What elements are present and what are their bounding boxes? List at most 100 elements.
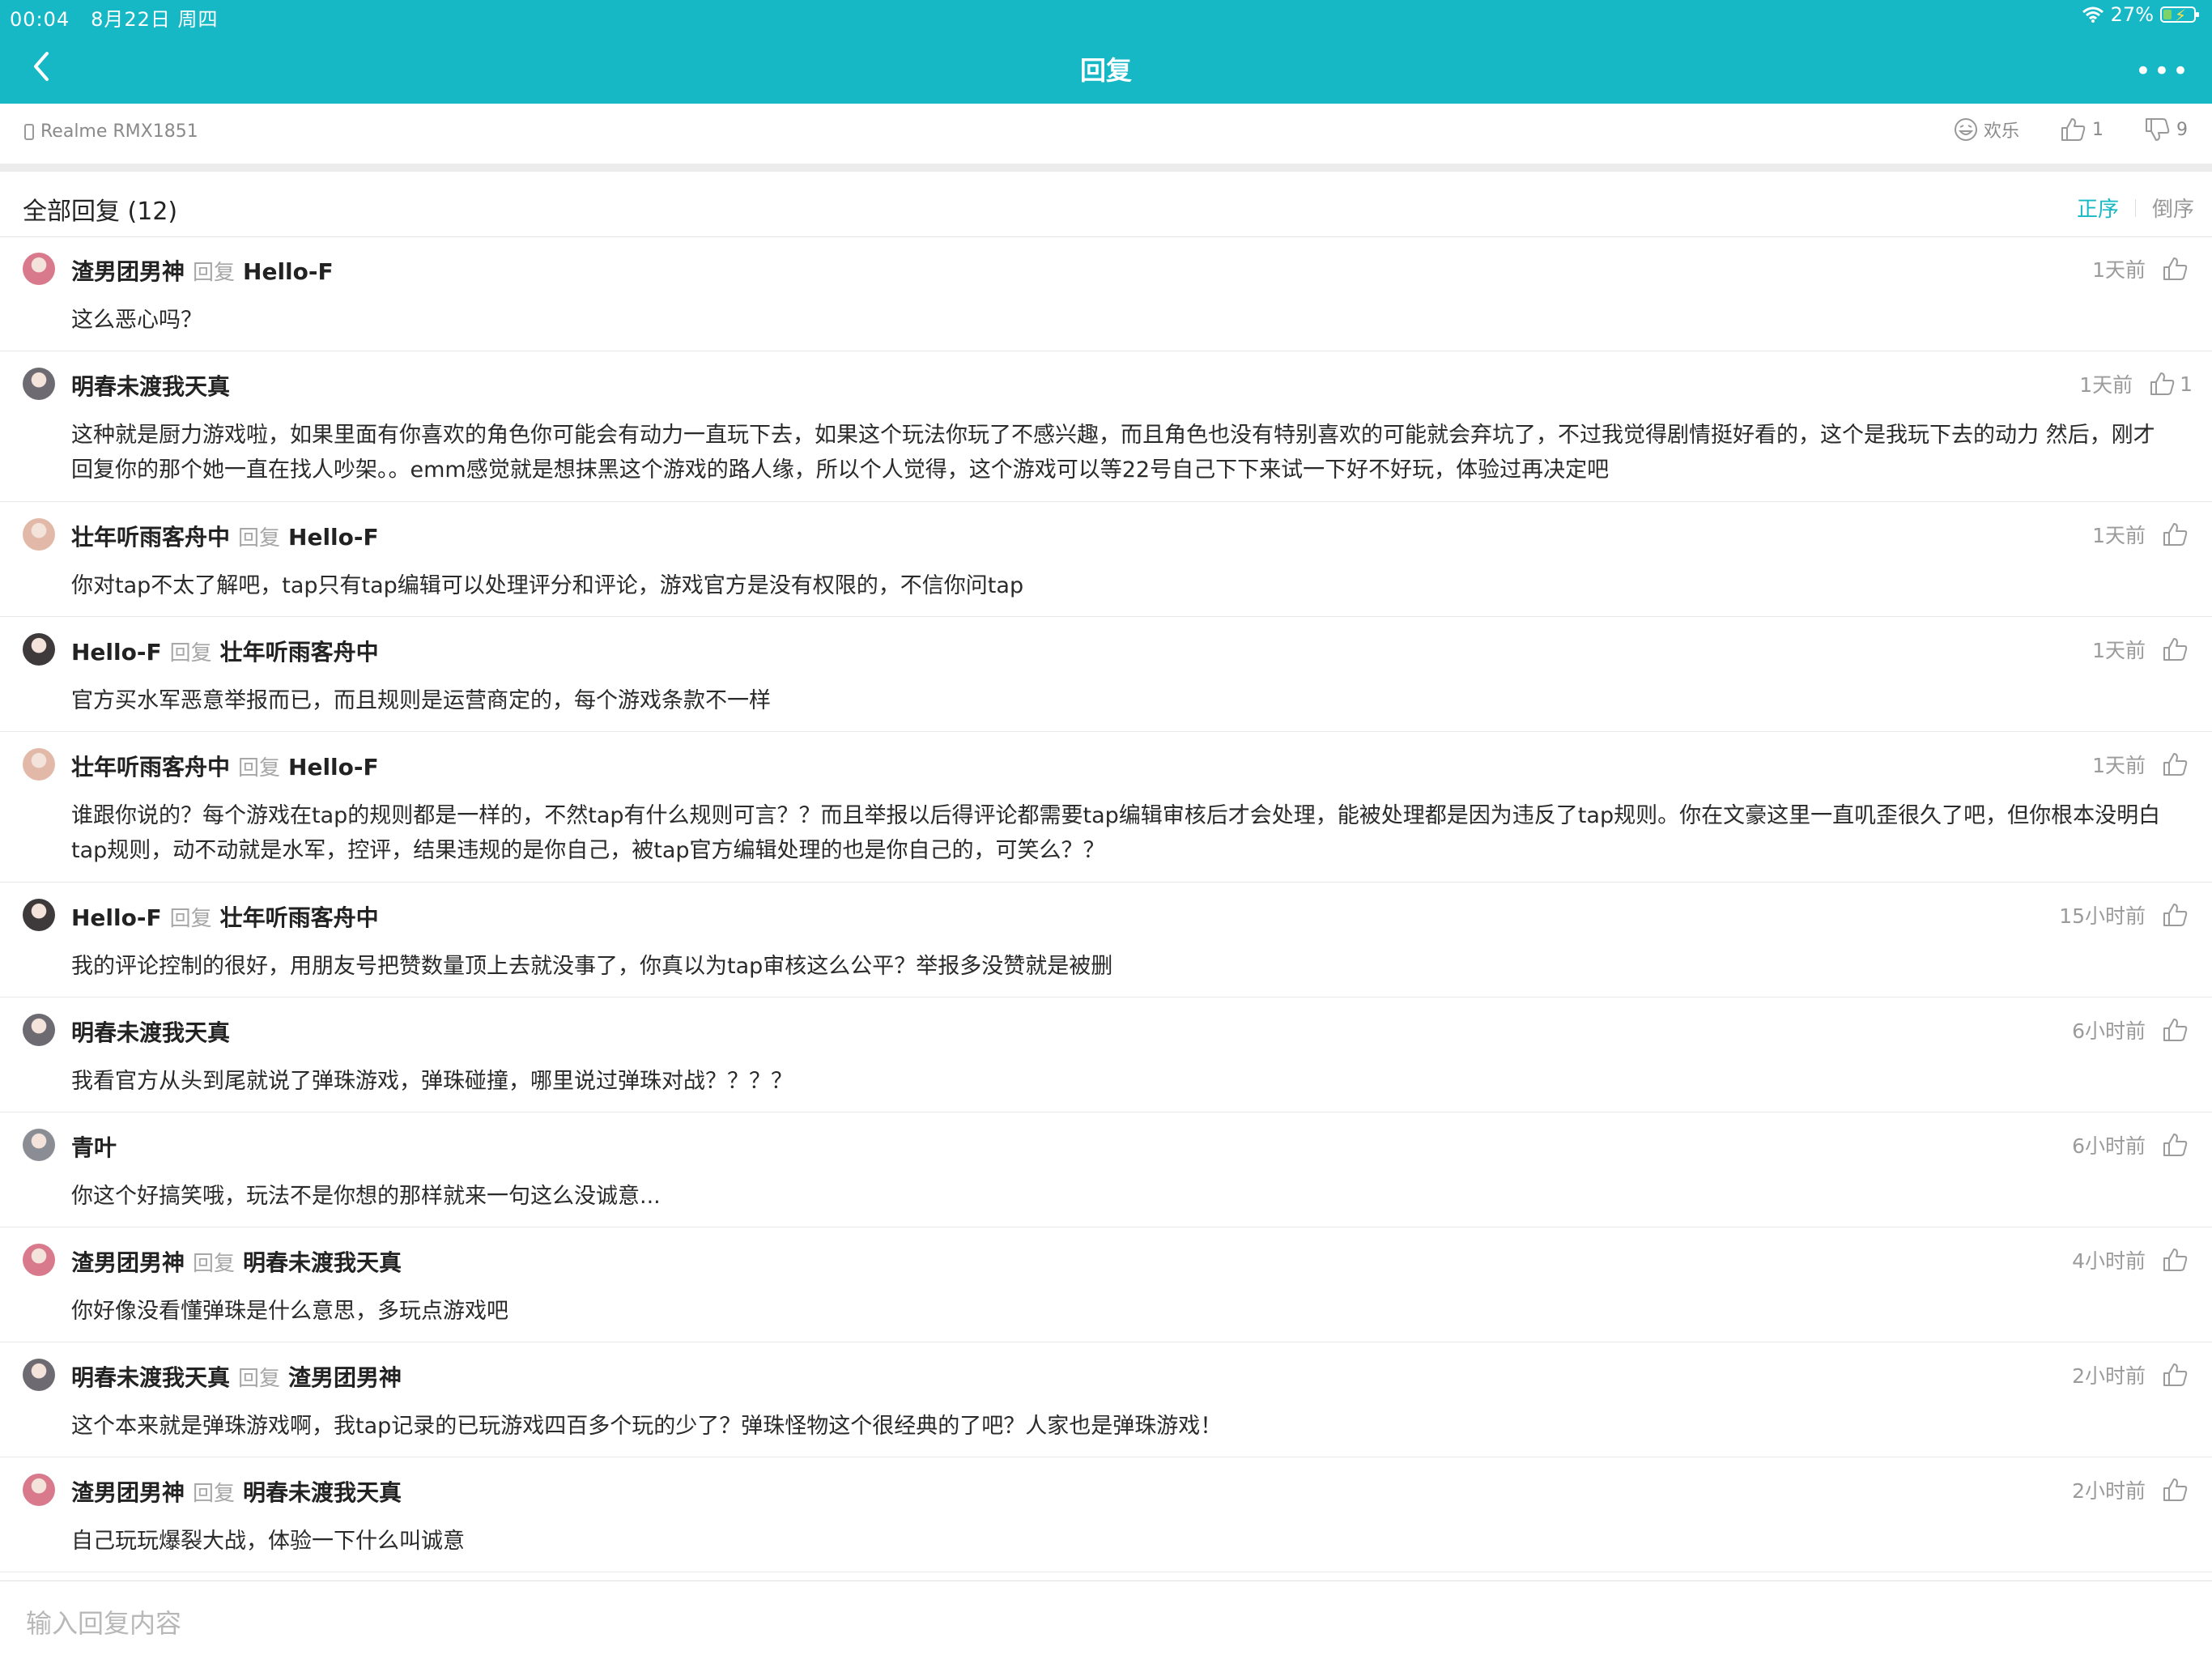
reply-header: 明春未渡我天真 [71,369,230,402]
replies-count-title: 全部回复 (12) [23,198,178,226]
timestamp: 1天前 [2092,754,2146,777]
reply-text: 你对tap不太了解吧，tap只有tap编辑可以处理评分和评论，游戏官方是没有权限… [71,573,1024,598]
reply-target-name[interactable]: 壮年听雨客舟中 [220,635,379,667]
author-name[interactable]: 渣男团男神 [71,1245,185,1278]
reply-meta: 1天前 [2092,520,2193,549]
avatar[interactable] [23,1129,55,1161]
thumbs-up-icon [2163,904,2188,926]
reply-header: 明春未渡我天真 [71,1015,230,1048]
avatar[interactable] [23,368,55,400]
author-name[interactable]: 青叶 [71,1130,117,1163]
timestamp: 2小时前 [2072,1479,2146,1503]
timestamp: 6小时前 [2072,1019,2146,1043]
like-button[interactable] [2162,521,2193,547]
thumbs-up-icon [2061,118,2086,141]
reply-item: 青叶 6小时前 你这个好搞笑哦，玩法不是你想的那样就来一句这么没诚意... [0,1112,2212,1227]
top-bar: 00:04 8月22日 周四 27% ⚡ 回复 ••• [0,0,2212,104]
reply-target-name[interactable]: Hello-F [243,258,334,285]
like-button[interactable]: 1 [2149,371,2193,397]
reply-item: 明春未渡我天真 回复 渣男团男神 2小时前 这个本来就是弹珠游戏啊，我tap记录… [0,1342,2212,1457]
avatar[interactable] [23,1359,55,1391]
reply-meta: 6小时前 [2072,1015,2193,1044]
like-button[interactable] [2162,751,2193,777]
avatar[interactable] [23,899,55,931]
avatar[interactable] [23,748,55,781]
reply-text: 这个本来就是弹珠游戏啊，我tap记录的已玩游戏四百多个玩的少了？弹珠怪物这个很经… [71,1414,1223,1439]
sort-ascending-button[interactable]: 正序 [2077,193,2119,223]
thumbs-up-icon [2163,1249,2188,1271]
avatar[interactable] [23,1014,55,1046]
author-name[interactable]: 明春未渡我天真 [71,1015,230,1048]
reply-item: Hello-F 回复 壮年听雨客舟中 15小时前 我的评论控制的很好，用朋友号把… [0,883,2212,998]
reply-item: 壮年听雨客舟中 回复 Hello-F 1天前 你对tap不太了解吧，tap只有t… [0,502,2212,617]
like-button[interactable] [2162,1017,2193,1043]
reply-item: 明春未渡我天真 1天前 1 这种就是厨力游戏啦，如果里面有你喜欢的角色你可能会有… [0,351,2212,502]
reply-text: 自己玩玩爆裂大战，体验一下什么叫诚意 [71,1529,465,1554]
reply-item: 渣男团男神 回复 明春未渡我天真 4小时前 你好像没看懂弹珠是什么意思，多玩点游… [0,1227,2212,1342]
downvote-button[interactable]: 9 [2144,117,2188,143]
author-name[interactable]: 壮年听雨客舟中 [71,520,230,552]
author-name[interactable]: 明春未渡我天真 [71,1360,230,1393]
author-name[interactable]: 明春未渡我天真 [71,369,230,402]
reply-to-word: 回复 [169,641,212,666]
thumbs-up-icon [2163,753,2188,776]
reply-target-name[interactable]: 明春未渡我天真 [243,1475,402,1508]
reply-item: Hello-F 回复 壮年听雨客舟中 1天前 官方买水军恶意举报而已，而且规则是… [0,617,2212,732]
reply-to-word: 回复 [238,1367,281,1391]
author-name[interactable]: 渣男团男神 [71,254,185,287]
like-button[interactable] [2162,902,2193,928]
reply-target-name[interactable]: 渣男团男神 [288,1360,402,1393]
like-button[interactable] [2162,1477,2193,1503]
like-button[interactable] [2162,1247,2193,1273]
device-info: Realme RMX1851 [24,121,198,142]
reply-meta: 2小时前 [2072,1475,2193,1504]
timestamp: 1天前 [2092,524,2146,547]
wifi-icon [2082,6,2104,23]
reply-item: 渣男团男神 回复 Hello-F 1天前 这么恶心吗？ [0,236,2212,351]
page-title: 回复 [1079,55,1132,86]
like-button[interactable] [2162,636,2193,662]
reply-input[interactable] [24,1604,2133,1643]
thumbs-down-icon [2146,118,2170,141]
author-name[interactable]: Hello-F [71,639,162,666]
author-name[interactable]: 壮年听雨客舟中 [71,750,230,782]
reply-target-name[interactable]: Hello-F [288,754,379,781]
avatar[interactable] [23,253,55,285]
like-button[interactable] [2162,1132,2193,1158]
timestamp: 15小时前 [2059,904,2146,928]
downvote-count: 9 [2176,119,2188,140]
upvote-button[interactable]: 1 [2060,117,2104,143]
battery-percent: 27% [2110,3,2154,26]
reply-text: 这种就是厨力游戏啦，如果里面有你喜欢的角色你可能会有动力一直玩下去，如果这个玩法… [71,423,2155,483]
reply-target-name[interactable]: 明春未渡我天真 [243,1245,402,1278]
timestamp: 1天前 [2092,639,2146,662]
avatar[interactable] [23,633,55,666]
like-button[interactable] [2162,1362,2193,1388]
timestamp: 4小时前 [2072,1249,2146,1273]
thumbs-up-icon [2150,372,2175,395]
more-menu-button[interactable]: ••• [2135,55,2191,87]
reply-meta: 4小时前 [2072,1245,2193,1274]
reply-meta: 15小时前 [2059,900,2193,929]
reply-meta: 1天前 [2092,635,2193,664]
reply-text: 我看官方从头到尾就说了弹珠游戏，弹珠碰撞，哪里说过弹珠对战？？？？ [71,1069,793,1094]
author-name[interactable]: Hello-F [71,904,162,931]
avatar[interactable] [23,518,55,551]
status-date: 8月22日 周四 [91,8,219,31]
reply-target-name[interactable]: Hello-F [288,524,379,551]
mood-button[interactable]: 欢乐 [1953,117,2019,143]
reply-target-name[interactable]: 壮年听雨客舟中 [220,900,379,933]
avatar[interactable] [23,1244,55,1276]
reply-header: Hello-F 回复 壮年听雨客舟中 [71,635,379,667]
author-name[interactable]: 渣男团男神 [71,1475,185,1508]
laugh-face-icon [1954,118,1977,141]
like-button[interactable] [2162,256,2193,282]
reply-to-word: 回复 [238,756,281,781]
reply-header: 壮年听雨客舟中 回复 Hello-F [71,520,379,552]
avatar[interactable] [23,1474,55,1506]
like-count: 1 [2180,372,2193,396]
reply-text: 谁跟你说的？每个游戏在tap的规则都是一样的，不然tap有什么规则可言？？而且举… [71,803,2161,863]
timestamp: 1天前 [2079,373,2133,397]
post-meta-row: Realme RMX1851 欢乐 1 9 [0,104,2212,164]
sort-descending-button[interactable]: 倒序 [2152,193,2194,223]
